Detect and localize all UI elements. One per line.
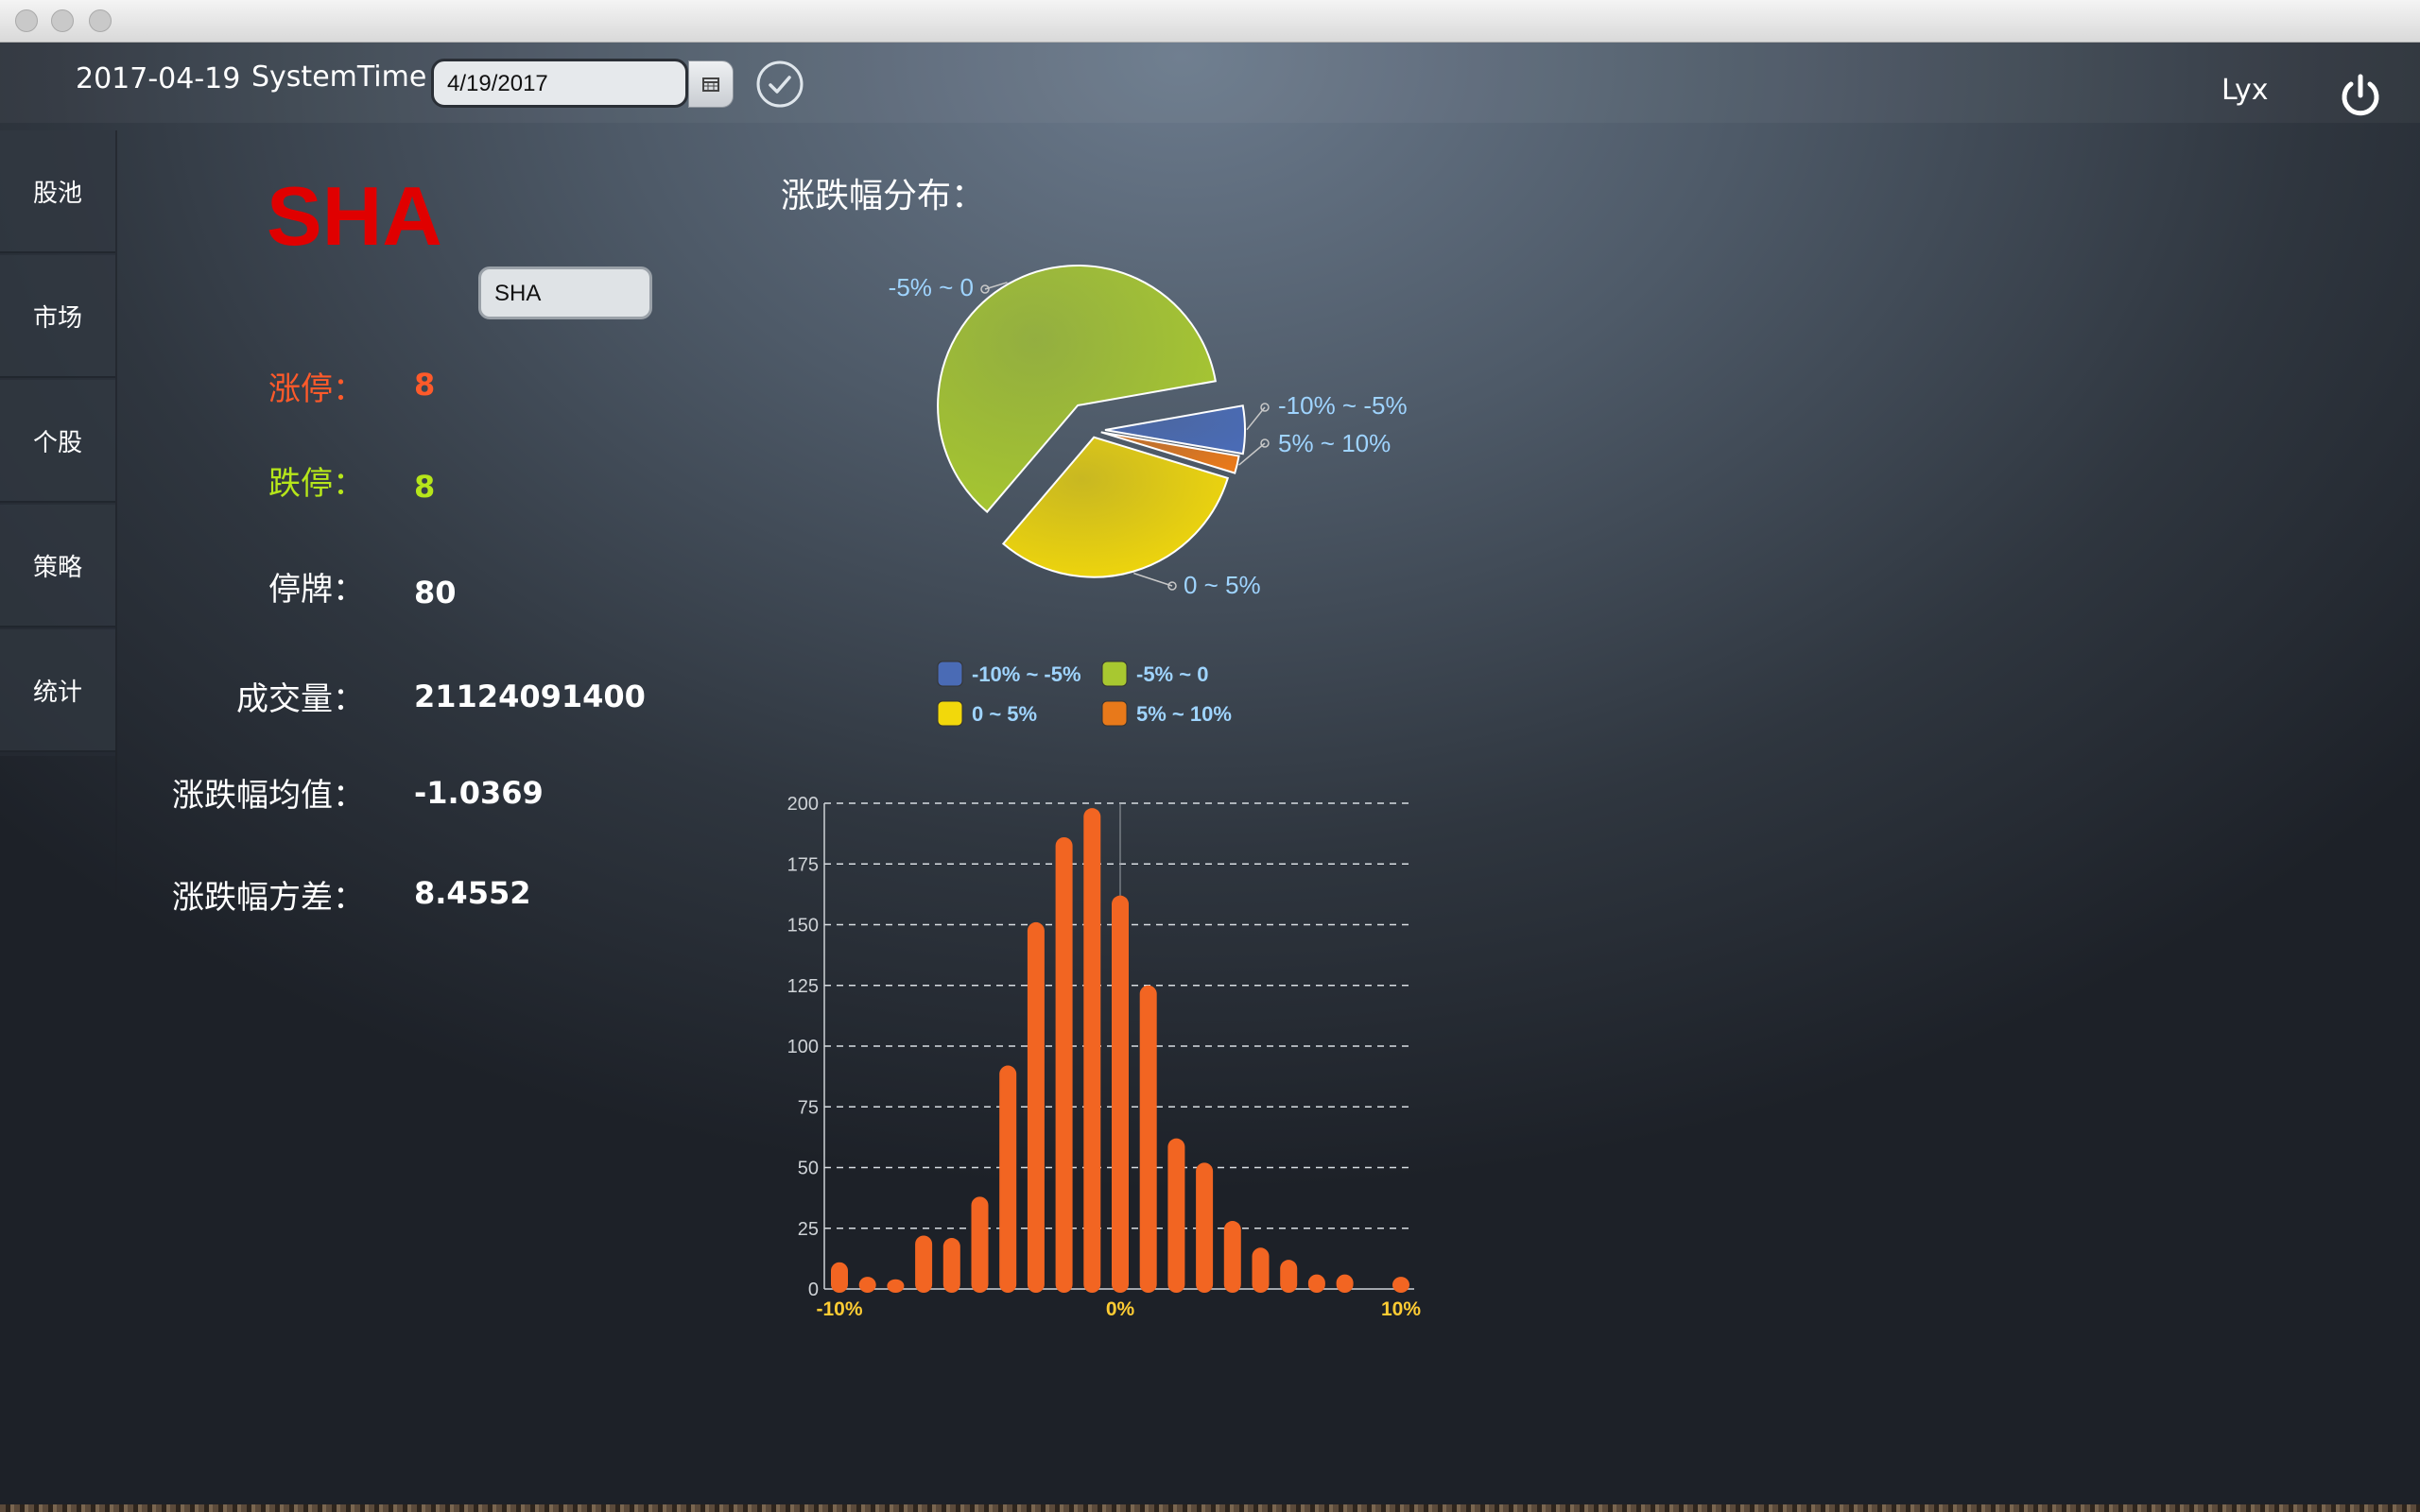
calendar-icon — [702, 77, 719, 92]
volume-label: 成交量： — [236, 680, 365, 718]
y-tick-label: 100 — [787, 1037, 819, 1057]
sidebar-item-stock-pool[interactable]: 股池 — [0, 130, 115, 253]
suspended-value: 80 — [414, 575, 457, 610]
minimize-window-button[interactable] — [51, 9, 74, 32]
y-tick-label: 200 — [787, 794, 819, 815]
limit-down-value: 8 — [414, 469, 436, 505]
histogram-bar — [1196, 1162, 1214, 1293]
limit-up-value: 8 — [414, 367, 436, 403]
change-mean-value: -1.0369 — [414, 775, 544, 811]
user-name[interactable]: Lyx — [2221, 74, 2268, 107]
x-tick-label: -10% — [816, 1298, 862, 1320]
histogram-bar — [1280, 1260, 1298, 1293]
x-tick-label: 10% — [1381, 1298, 1421, 1320]
app-window: 2017-04-19 SystemTime 4/19/2017 Lyx 股池 市… — [0, 0, 2420, 1504]
power-icon[interactable] — [2335, 70, 2386, 121]
system-time-label: SystemTime — [251, 60, 427, 94]
histogram-bar — [831, 1262, 848, 1293]
histogram-bar — [1167, 1138, 1185, 1293]
pie-slice-label: 5% ~ 10% — [1278, 429, 1391, 457]
histogram-bar — [1223, 1221, 1241, 1293]
calendar-button[interactable] — [688, 60, 734, 108]
sidebar-item-market[interactable]: 市场 — [0, 255, 115, 378]
suspended-label: 停牌： — [268, 571, 365, 609]
pie-slice-label: -5% ~ 0 — [889, 273, 974, 301]
pie-slice-label: -10% ~ -5% — [1278, 391, 1408, 420]
sidebar-divider — [115, 130, 117, 1504]
pie-slice-label: 0 ~ 5% — [1184, 571, 1261, 599]
legend-swatch — [937, 661, 963, 687]
limit-up-label: 涨停： — [268, 370, 365, 408]
histogram-bar — [1055, 836, 1073, 1293]
legend-swatch — [1101, 661, 1128, 687]
change-variance-value: 8.4552 — [414, 875, 531, 911]
title-bar — [0, 0, 2420, 43]
histogram-bar — [971, 1196, 989, 1293]
sidebar: 股池 市场 个股 策略 统计 — [0, 130, 115, 756]
market-select[interactable]: SHA — [478, 266, 652, 319]
change-variance-label: 涨跌幅方差： — [172, 879, 365, 917]
market-code-title: SHA — [267, 169, 442, 263]
y-tick-label: 75 — [798, 1097, 819, 1118]
legend-label: -5% ~ 0 — [1136, 662, 1208, 686]
change-mean-label: 涨跌幅均值： — [172, 777, 365, 815]
histogram-bar — [942, 1238, 960, 1293]
pie-leader-line — [1133, 572, 1173, 587]
volume-value: 21124091400 — [414, 679, 646, 714]
histogram-bar — [1083, 808, 1101, 1293]
bar-chart: 0 25 50 75 100 125 150 175 200 -10% 0% 10% — [787, 794, 1422, 1320]
y-tick-label: 0 — [808, 1280, 819, 1300]
date-input[interactable]: 4/19/2017 — [431, 59, 688, 108]
legend-swatch — [937, 700, 963, 727]
y-tick-label: 125 — [787, 976, 819, 997]
pie-chart-title: 涨跌幅分布： — [781, 177, 986, 215]
y-tick-label: 150 — [787, 916, 819, 936]
legend-label: 5% ~ 10% — [1136, 702, 1232, 726]
x-tick-label: 0% — [1106, 1298, 1135, 1320]
check-circle-icon[interactable] — [754, 59, 805, 110]
close-window-button[interactable] — [15, 9, 38, 32]
zoom-window-button[interactable] — [89, 9, 112, 32]
histogram-bar — [915, 1235, 933, 1293]
legend-label: -10% ~ -5% — [972, 662, 1081, 686]
pie-chart: -10% ~ -5% 5% ~ 10% 0 ~ 5% -5% ~ 0 -10% ~ -5… — [889, 265, 1408, 727]
legend-label: 0 ~ 5% — [972, 702, 1037, 726]
desktop-background-strip — [0, 1504, 2420, 1512]
histogram-bar — [1112, 895, 1129, 1293]
histogram-bar — [1139, 985, 1157, 1293]
y-tick-label: 25 — [798, 1219, 819, 1240]
limit-down-label: 跌停： — [268, 465, 365, 503]
y-tick-label: 175 — [787, 854, 819, 875]
histogram-bar — [1027, 921, 1045, 1293]
legend-swatch — [1101, 700, 1128, 727]
histogram-bar — [999, 1065, 1017, 1293]
histogram-bar — [1252, 1247, 1270, 1293]
y-tick-label: 50 — [798, 1159, 819, 1179]
current-date: 2017-04-19 — [76, 62, 241, 95]
